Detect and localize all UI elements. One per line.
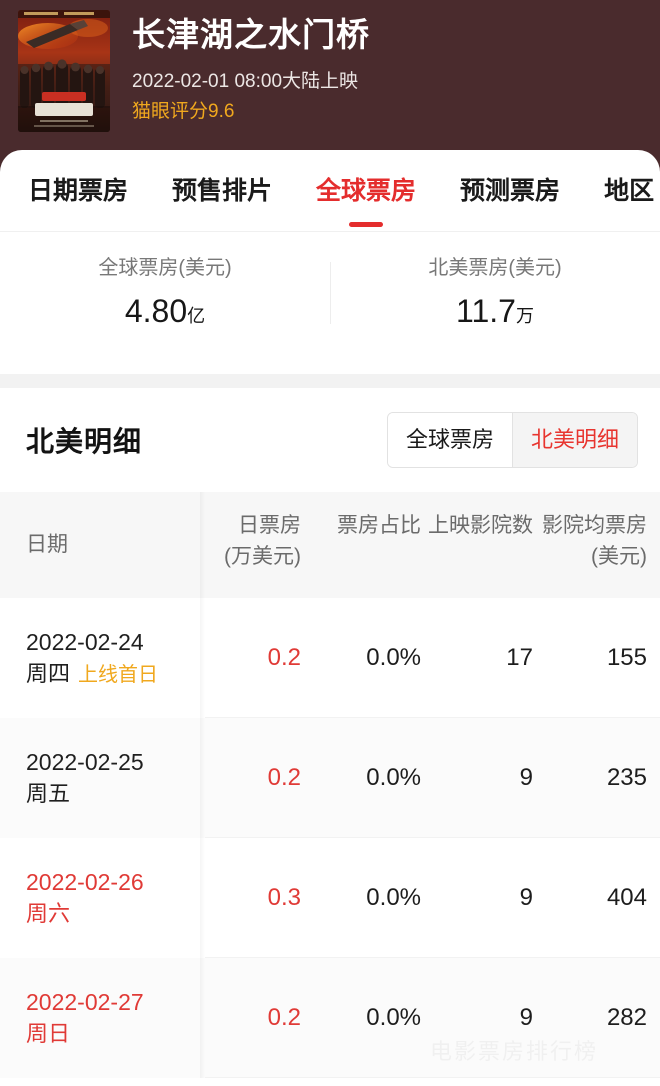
row-theaters: 9 (519, 764, 533, 791)
stat-number: 11.7 (456, 293, 516, 329)
row-date: 2022-02-24 (26, 628, 144, 655)
row-date-cell: 2022-02-24 周四 上线首日 (0, 598, 205, 718)
row-date: 2022-02-26 (26, 869, 144, 895)
movie-title: 长津湖之水门桥 (132, 16, 370, 53)
stat-global-boxoffice: 全球票房(美元) 4.80亿 (0, 254, 330, 336)
toggle-global-boxoffice[interactable]: 全球票房 (387, 413, 512, 467)
row-daily-boxoffice: 0.2 (267, 644, 301, 671)
boxoffice-table: 日期 日票房 (万美元) 票房占比 上映影院数 影院均票房 (美元) 2022-… (0, 492, 660, 1078)
header-daily-sub: (万美元) (224, 545, 301, 568)
row-share: 0.0% (366, 1004, 421, 1031)
content-sheet: 日期票房 预售排片 全球票房 预测票房 地区 全球票房(美元) 4.80亿 北美… (0, 150, 660, 1086)
row-theaters: 9 (519, 884, 533, 911)
row-weekday-line: 周六 (26, 898, 205, 930)
row-avg-boxoffice: 155 (606, 644, 647, 671)
row-weekday-line: 周五 (26, 778, 205, 810)
row-weekday: 周六 (26, 901, 71, 926)
row-share: 0.0% (366, 764, 421, 791)
detail-section-header: 北美明细 全球票房 北美明细 (0, 388, 660, 492)
movie-header: 长津湖之水门桥 2022-02-01 08:00大陆上映 猫眼评分9.6 (0, 0, 660, 150)
header-theaters-main: 上映影院数 (428, 514, 533, 537)
tab-region[interactable]: 地区 (604, 174, 654, 208)
page-title: 北美明细 (26, 426, 143, 457)
stat-northamerica-boxoffice: 北美票房(美元) 11.7万 (330, 254, 660, 336)
row-date-cell: 2022-02-26 周六 (0, 838, 205, 958)
row-values: 0.2 0.0% 17 155 (205, 598, 660, 718)
toggle-northamerica-detail[interactable]: 北美明细 (511, 413, 637, 467)
stat-number: 4.80 (124, 293, 188, 329)
header-cells: 日票房 (万美元) 票房占比 上映影院数 影院均票房 (美元) (205, 492, 660, 598)
poster-artwork (18, 10, 110, 132)
header-cell-date: 日期 (0, 492, 205, 598)
row-share: 0.0% (366, 884, 421, 911)
row-weekday: 周日 (26, 1021, 71, 1046)
row-date-cell: 2022-02-27 周日 (0, 958, 205, 1078)
header-date-label: 日期 (26, 533, 68, 556)
row-weekday: 周五 (26, 781, 71, 806)
stat-label: 北美票房(美元) (428, 257, 562, 279)
tab-forecast-boxoffice[interactable]: 预测票房 (460, 174, 560, 208)
table-header-row: 日期 日票房 (万美元) 票房占比 上映影院数 影院均票房 (美元) (0, 492, 660, 598)
header-cell-daily: 日票房 (万美元) (205, 510, 301, 572)
row-values: 0.2 0.0% 9 235 (205, 718, 660, 838)
summary-stats: 全球票房(美元) 4.80亿 北美票房(美元) 11.7万 (0, 232, 660, 374)
tab-date-boxoffice[interactable]: 日期票房 (28, 174, 128, 208)
stat-unit: 万 (515, 306, 534, 326)
header-cell-avg: 影院均票房 (美元) (533, 510, 647, 572)
row-values: 0.2 0.0% 9 282 (205, 958, 660, 1078)
table-row[interactable]: 2022-02-27 周日 0.2 0.0% 9 282 电影票房排行榜 (0, 958, 660, 1078)
table-row[interactable]: 2022-02-25 周五 0.2 0.0% 9 235 (0, 718, 660, 838)
header-share-main: 票房占比 (337, 514, 421, 537)
row-daily-boxoffice: 0.2 (267, 1004, 301, 1031)
tab-bar[interactable]: 日期票房 预售排片 全球票房 预测票房 地区 (0, 150, 660, 232)
row-weekday: 周四 (26, 660, 71, 686)
row-daily-boxoffice: 0.3 (267, 884, 301, 911)
tab-presale-schedule[interactable]: 预售排片 (172, 174, 272, 208)
stat-value: 4.80亿 (0, 291, 330, 336)
table-row[interactable]: 2022-02-26 周六 0.3 0.0% 9 404 (0, 838, 660, 958)
row-avg-boxoffice: 282 (606, 1004, 647, 1031)
row-share: 0.0% (366, 644, 421, 671)
header-avg-sub: (美元) (591, 545, 647, 568)
row-avg-boxoffice: 235 (606, 764, 647, 791)
row-weekday-line: 周日 (26, 1018, 205, 1050)
tab-global-boxoffice[interactable]: 全球票房 (316, 174, 416, 208)
section-divider-band (0, 374, 660, 388)
boxoffice-scope-toggle[interactable]: 全球票房 北美明细 (386, 412, 638, 468)
table-row[interactable]: 2022-02-24 周四 上线首日 0.2 0.0% 17 155 (0, 598, 660, 718)
stat-value: 11.7万 (330, 291, 660, 336)
app-root: 长津湖之水门桥 2022-02-01 08:00大陆上映 猫眼评分9.6 日期票… (0, 0, 660, 1086)
release-date: 2022-02-01 08:00大陆上映 (132, 71, 359, 92)
movie-poster[interactable] (18, 10, 110, 132)
stat-label: 全球票房(美元) (98, 257, 232, 279)
row-theaters: 9 (519, 1004, 533, 1031)
row-date-cell: 2022-02-25 周五 (0, 718, 205, 838)
row-weekday-line: 周四 上线首日 (26, 658, 205, 691)
movie-info: 长津湖之水门桥 2022-02-01 08:00大陆上映 猫眼评分9.6 (132, 10, 370, 125)
maoyan-score: 猫眼评分9.6 (132, 101, 235, 122)
header-cell-share: 票房占比 (301, 510, 421, 541)
header-cell-theaters: 上映影院数 (421, 510, 533, 541)
row-values: 0.3 0.0% 9 404 (205, 838, 660, 958)
row-date: 2022-02-25 (26, 749, 144, 775)
stat-unit: 亿 (187, 306, 206, 326)
row-theaters: 17 (506, 644, 533, 671)
header-daily-main: 日票房 (238, 514, 301, 537)
header-avg-main: 影院均票房 (542, 514, 647, 537)
row-date: 2022-02-27 (26, 989, 144, 1015)
row-daily-boxoffice: 0.2 (267, 764, 301, 791)
row-avg-boxoffice: 404 (606, 884, 647, 911)
status-badge: 上线首日 (78, 663, 159, 686)
